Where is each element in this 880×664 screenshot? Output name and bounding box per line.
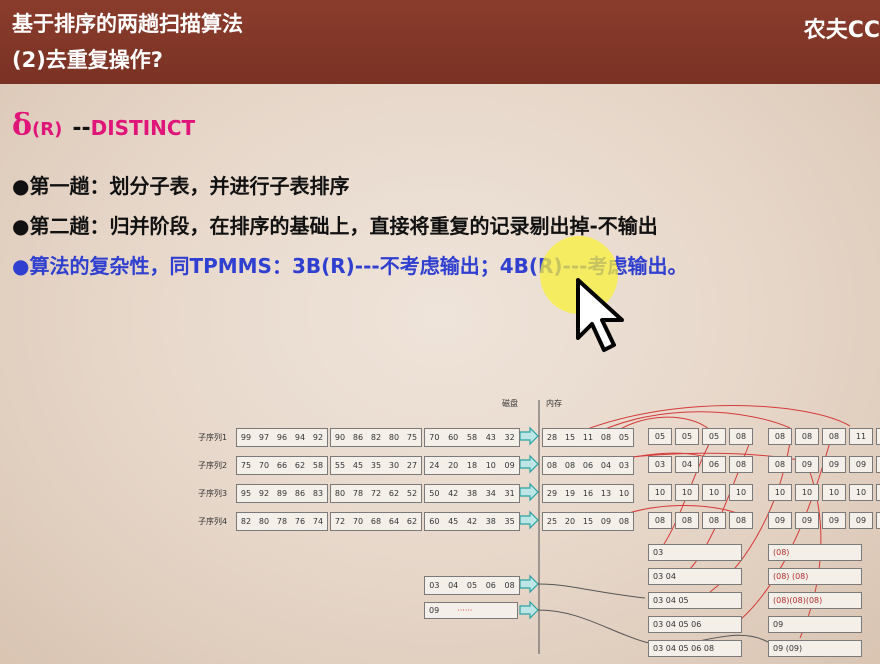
disk-label: 磁盘 [502,399,518,408]
bullet-pass-one: ●第一趟：划分子表，并进行子表排序 [12,174,350,198]
merge-cell: 10 [795,484,819,501]
mouse-pointer-icon [574,276,630,360]
merge-cell: 11 [876,428,880,445]
merge-cell: 10 [849,484,873,501]
merge-cell: 10 [702,484,726,501]
merge-cell: 10 [675,484,699,501]
merge-cell: 09 [876,512,880,529]
merge-cell: 11 [849,428,873,445]
merge-cell: 09 [822,512,846,529]
discard-stack-item: (08)(08)(08) [768,592,862,609]
output-block: 03 04 05 06 08 [424,576,520,595]
distinct-label: DISTINCT [90,116,196,140]
merge-cell: 08 [768,456,792,473]
bullet-pass-two: ●第二趟：归并阶段，在排序的基础上，直接将重复的记录剔出掉-不输出 [12,214,658,238]
disk-block: 24 20 18 10 09 [424,456,520,475]
run-label: 子序列3 [198,489,228,498]
merge-cell: 08 [795,428,819,445]
disk-block: 82 80 78 76 74 [236,512,328,531]
disk-block: 72 70 68 64 62 [330,512,422,531]
merge-cell: 09 [795,512,819,529]
channel-logo: 农夫CC [803,18,880,43]
discard-stack-item: (08) [768,544,862,561]
merge-cell: 10 [729,484,753,501]
merge-cell: 05 [702,428,726,445]
disk-block: 50 42 38 34 31 [424,484,520,503]
delta-symbol: δ [12,108,33,143]
merge-cell: 08 [648,512,672,529]
disk-block: 80 78 72 62 52 [330,484,422,503]
output-block: 09 ······ [424,602,518,619]
merge-cell: 04 [675,456,699,473]
disk-block: 55 45 35 30 27 [330,456,422,475]
memory-buffer: 25 20 15 09 08 [542,512,634,531]
merge-cell: 08 [822,428,846,445]
merge-cell: 08 [702,512,726,529]
output-stack-item: 03 04 05 06 08 [648,640,742,657]
merge-cell: 10 [648,484,672,501]
merge-cell: 09 [822,456,846,473]
output-stack-item: 03 04 05 06 [648,616,742,633]
run-label: 子序列4 [198,517,228,526]
merge-cell: 08 [729,428,753,445]
slide-header: 基于排序的两趟扫描算法 (2)去重复操作? 农夫CC [0,0,880,84]
merge-cell: 03 [648,456,672,473]
merge-cell: 10 [768,484,792,501]
merge-cell: 08 [768,428,792,445]
merge-cell: 09 [849,512,873,529]
merge-cell: 06 [702,456,726,473]
output-stack-item: 03 04 05 [648,592,742,609]
disk-block: 75 70 66 62 58 [236,456,328,475]
discard-stack-item: 09 (09) [768,640,862,657]
memory-buffer: 28 15 11 08 05 [542,428,634,447]
memory-label: 内存 [546,399,562,408]
disk-block: 95 92 89 86 83 [236,484,328,503]
output-stack-item: 03 04 [648,568,742,585]
slide-subtitle: (2)去重复操作? [12,48,163,72]
merge-cell: 10 [876,484,880,501]
merge-cell: 09 [849,456,873,473]
merge-cell: 09 [795,456,819,473]
merge-cell: 09 [876,456,880,473]
memory-buffer: 29 19 16 13 10 [542,484,634,503]
run-label: 子序列1 [198,433,228,442]
discard-stack-item: 09 [768,616,862,633]
discard-stack-item: (08) (08) [768,568,862,585]
slide-title: 基于排序的两趟扫描算法 [12,12,243,36]
run-label: 子序列2 [198,461,228,470]
heading-dashes: -- [72,116,91,141]
merge-cell: 10 [822,484,846,501]
disk-block: 60 45 42 38 35 [424,512,520,531]
merge-diagram: 磁盘 内存 子序列1 99 97 96 94 92 90 86 82 80 75 70 60 58 4… [190,392,880,662]
disk-block: 90 86 82 80 75 [330,428,422,447]
relation-label: (R) [32,119,63,140]
merge-cell: 09 [768,512,792,529]
disk-block: 70 60 58 43 32 [424,428,520,447]
merge-cell: 08 [675,512,699,529]
memory-buffer: 08 08 06 04 03 [542,456,634,475]
operator-heading: δ(R) --DISTINCT [12,108,195,143]
merge-cell: 08 [729,456,753,473]
disk-block: 99 97 96 94 92 [236,428,328,447]
merge-cell: 08 [729,512,753,529]
merge-cell: 05 [648,428,672,445]
merge-cell: 05 [675,428,699,445]
output-stack-item: 03 [648,544,742,561]
